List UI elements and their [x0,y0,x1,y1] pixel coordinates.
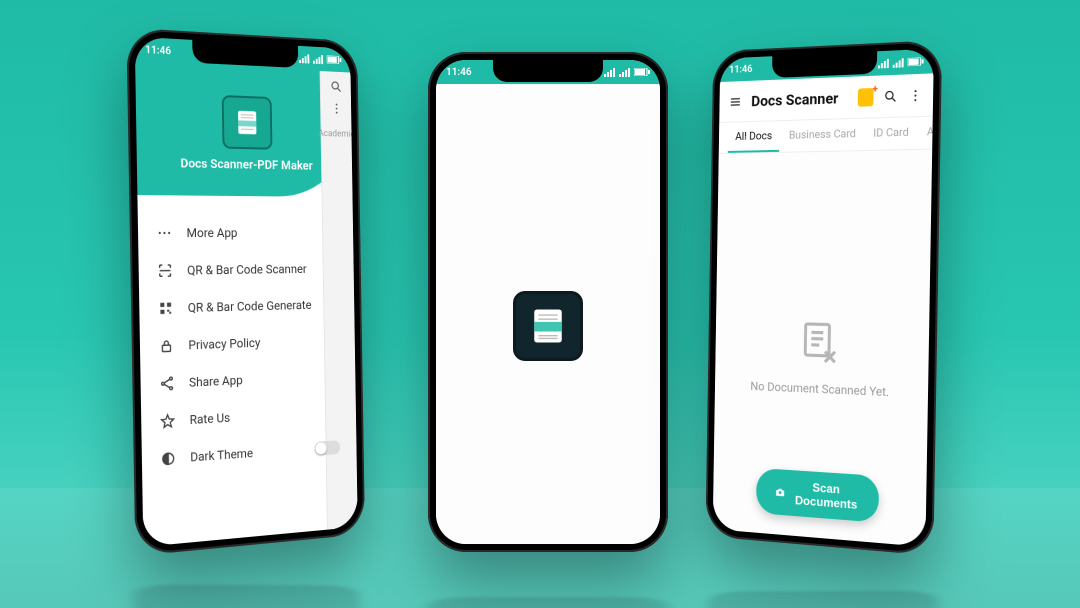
share-icon [159,375,175,392]
signal-icon [604,68,615,77]
theme-icon [160,450,176,468]
phone-mockup-main: 11:46 Docs Scanner All Docs Business Car… [705,40,942,556]
signal-icon [313,54,323,64]
status-time: 11:46 [145,44,171,57]
status-time: 11:46 [729,64,752,76]
device-notch [772,51,877,78]
drawer-item-label: Dark Theme [190,446,253,465]
tab-id-card[interactable]: ID Card [865,117,917,150]
more-vert-icon[interactable] [908,86,923,105]
battery-icon [908,57,924,66]
drawer-item-label: QR & Bar Code Scanner [187,262,307,278]
background-tab-label: Academic [318,129,355,140]
signal-icon [893,58,904,68]
app-logo [513,291,583,361]
dark-theme-toggle[interactable] [315,440,341,456]
qr-scan-icon [157,262,173,279]
menu-icon[interactable] [728,92,742,110]
battery-icon [634,68,650,76]
scan-button-label: Scan Documents [793,479,860,512]
phone-mockup-drawer: 11:46 Academic Docs Scanner-PDF Maker [126,28,365,556]
signal-icon [619,68,630,77]
status-time: 11:46 [446,67,472,78]
empty-document-icon [795,317,843,368]
drawer-item-label: Share App [189,373,243,390]
star-icon [159,412,175,430]
battery-icon [327,55,342,64]
lock-icon [158,337,174,354]
signal-icon [299,53,309,63]
more-vert-icon[interactable] [330,101,343,115]
category-tabs: All Docs Business Card ID Card Academic [719,117,933,154]
background-screen-sliver: Academic [320,71,358,530]
search-icon[interactable] [329,79,342,93]
tab-all-docs[interactable]: All Docs [728,121,780,153]
tab-academic[interactable]: Academic [918,115,933,149]
app-logo [222,95,273,150]
signal-icon [878,58,889,68]
app-bar: Docs Scanner [719,73,933,123]
drawer-item-label: More App [186,226,237,241]
drawer-item-label: Privacy Policy [188,336,260,353]
device-notch [493,60,603,82]
qr-generate-icon [158,300,174,317]
drawer-item-label: Rate Us [190,410,231,427]
search-icon[interactable] [883,87,898,106]
scan-documents-button[interactable]: Scan Documents [756,468,880,523]
app-title: Docs Scanner [751,89,838,110]
drawer-item-label: QR & Bar Code Generate [188,298,312,315]
phone-mockup-splash: 11:46 [428,52,668,552]
tab-business-card[interactable]: Business Card [781,119,864,152]
splash-screen [436,84,660,544]
drawer-app-name: Docs Scanner-PDF Maker [137,155,352,174]
premium-icon[interactable] [858,87,874,106]
camera-icon [775,484,786,501]
more-icon [156,225,172,242]
empty-message: No Document Scanned Yet. [750,379,889,399]
